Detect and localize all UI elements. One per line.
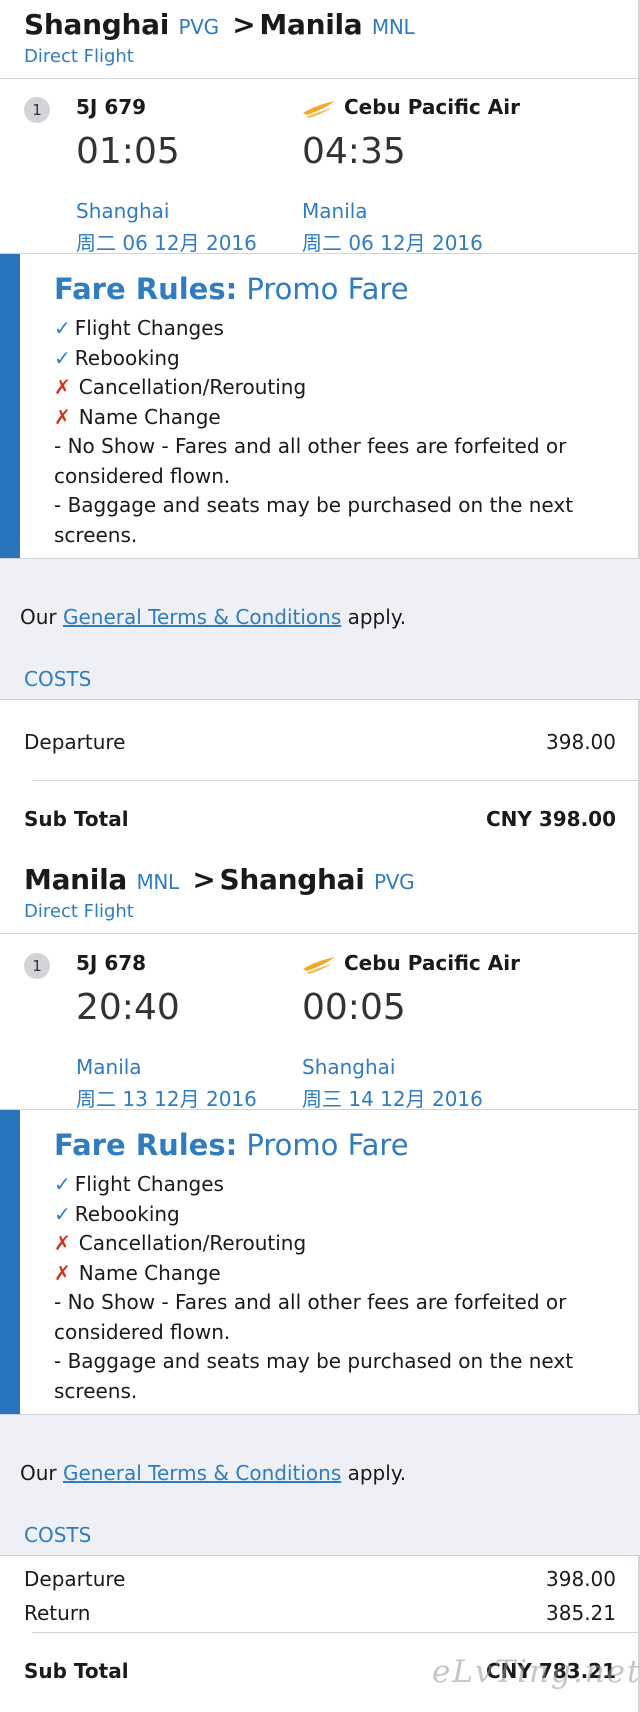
rule-item: ✗ Name Change xyxy=(54,1260,221,1285)
arrive-time: 00:05 xyxy=(302,987,406,1028)
arrive-date: 周二 06 12月 2016 xyxy=(302,231,483,255)
fare-rules-label: Fare Rules: xyxy=(54,272,238,306)
return-terms-section: Our General Terms & Conditions apply. CO… xyxy=(0,1415,640,1556)
flight-type-label: Direct Flight xyxy=(24,46,134,67)
outbound-fare-rules: Fare Rules: Promo Fare ✓ Flight Changes ✓… xyxy=(0,254,640,559)
return-segment: 1 5J 678 Cebu Pacific Air 20:40 00:05 Ma… xyxy=(0,935,640,1111)
outbound-segment: 1 5J 679 Cebu Pacific Air 01:05 04:35 Sh… xyxy=(0,79,640,255)
route-to-city: Shanghai xyxy=(219,863,365,896)
rule-item: ✓ Rebooking xyxy=(54,1201,180,1226)
fare-accent-bar xyxy=(0,254,20,558)
depart-city: Shanghai xyxy=(76,199,170,223)
route-arrow: > xyxy=(232,8,256,41)
route-to-code: PVG xyxy=(373,870,415,894)
route-to-code: MNL xyxy=(371,15,415,39)
cross-icon: ✗ xyxy=(54,404,71,429)
arrive-city: Manila xyxy=(302,199,368,223)
route-from-city: Manila xyxy=(24,863,127,896)
rule-item: - Baggage and seats may be purchased on … xyxy=(54,493,574,547)
checkmark-icon: ✓ xyxy=(54,1201,71,1226)
divider xyxy=(32,780,640,781)
airline-name: Cebu Pacific Air xyxy=(344,951,520,975)
outbound-terms-section: Our General Terms & Conditions apply. CO… xyxy=(0,559,640,700)
arrive-time: 04:35 xyxy=(302,131,406,172)
rule-item: ✓ Flight Changes xyxy=(54,1172,224,1196)
checkmark-icon: ✓ xyxy=(54,1172,71,1196)
depart-date: 周二 06 12月 2016 xyxy=(76,231,257,255)
depart-time: 20:40 xyxy=(76,987,180,1028)
cross-icon: ✗ xyxy=(54,375,71,399)
cost-label: Departure xyxy=(24,730,126,754)
terms-text: Our General Terms & Conditions apply. xyxy=(20,605,407,629)
rule-item: - No Show - Fares and all other fees are… xyxy=(54,434,567,488)
route-arrow: > xyxy=(192,863,216,896)
cost-label: Return xyxy=(24,1601,91,1625)
route-from-code: PVG xyxy=(178,15,219,39)
subtotal-value: CNY 398.00 xyxy=(485,807,616,831)
subtotal-label: Sub Total xyxy=(24,807,129,831)
rule-item: - Baggage and seats may be purchased on … xyxy=(54,1349,574,1403)
depart-city: Manila xyxy=(76,1055,142,1079)
terms-text: Our General Terms & Conditions apply. xyxy=(20,1461,407,1485)
route-from-city: Shanghai xyxy=(24,8,169,41)
depart-date: 周二 13 12月 2016 xyxy=(76,1087,257,1111)
fare-rules-title: Fare Rules: Promo Fare xyxy=(54,272,409,306)
flight-number: 5J 678 xyxy=(76,951,147,975)
general-terms-link[interactable]: General Terms & Conditions xyxy=(63,1461,341,1485)
rule-item: ✗ Name Change xyxy=(54,404,221,429)
rule-item: ✗ Cancellation/Rerouting xyxy=(54,1231,307,1255)
segment-number-badge: 1 xyxy=(24,97,50,123)
costs-heading: COSTS xyxy=(24,1523,92,1547)
rule-item: ✓ Flight Changes xyxy=(54,316,224,340)
checkmark-icon: ✓ xyxy=(54,316,71,340)
general-terms-link[interactable]: General Terms & Conditions xyxy=(63,605,341,629)
fare-rules-list: ✓ Flight Changes ✓ Rebooking ✗ Cancellation… xyxy=(54,1170,574,1406)
cebu-pacific-logo-icon xyxy=(303,957,335,974)
cost-value: 385.21 xyxy=(546,1601,616,1625)
rule-item: ✓ Rebooking xyxy=(54,345,180,370)
airline-name: Cebu Pacific Air xyxy=(344,95,520,119)
return-route-title: Manila MNL > Shanghai PVG xyxy=(24,863,415,896)
rule-item: ✗ Cancellation/Rerouting xyxy=(54,375,307,399)
flight-number: 5J 679 xyxy=(76,95,147,119)
cost-label: Departure xyxy=(24,1567,126,1591)
arrive-date: 周三 14 12月 2016 xyxy=(302,1087,483,1111)
return-header: Manila MNL > Shanghai PVG Direct Flight xyxy=(0,855,640,934)
cost-value: 398.00 xyxy=(546,730,616,754)
rule-item: - No Show - Fares and all other fees are… xyxy=(54,1290,567,1344)
route-to-city: Manila xyxy=(259,8,363,41)
route-from-code: MNL xyxy=(136,870,179,894)
fare-name: Promo Fare xyxy=(246,272,409,306)
cross-icon: ✗ xyxy=(54,1231,71,1255)
outbound-route-title: Shanghai PVG > Manila MNL xyxy=(24,8,415,41)
return-fare-rules: Fare Rules: Promo Fare ✓ Flight Changes ✓… xyxy=(0,1110,640,1415)
cost-value: 398.00 xyxy=(546,1567,616,1591)
subtotal-label: Sub Total xyxy=(24,1659,129,1683)
fare-rules-title: Fare Rules: Promo Fare xyxy=(54,1128,409,1162)
fare-rules-label: Fare Rules: xyxy=(54,1128,238,1162)
divider xyxy=(32,1632,640,1633)
fare-rules-list: ✓ Flight Changes ✓ Rebooking ✗ Cancellation… xyxy=(54,314,574,550)
flight-type-label: Direct Flight xyxy=(24,901,134,922)
cross-icon: ✗ xyxy=(54,1260,71,1285)
arrive-city: Shanghai xyxy=(302,1055,396,1079)
fare-name: Promo Fare xyxy=(246,1128,409,1162)
fare-accent-bar xyxy=(0,1110,20,1414)
cebu-pacific-logo-icon xyxy=(303,101,335,118)
costs-heading: COSTS xyxy=(24,667,92,691)
watermark: eLvTing.net xyxy=(432,1654,640,1690)
depart-time: 01:05 xyxy=(76,131,180,172)
checkmark-icon: ✓ xyxy=(54,345,71,370)
segment-number-badge: 1 xyxy=(24,953,50,979)
outbound-header: Shanghai PVG > Manila MNL Direct Flight xyxy=(0,0,640,79)
